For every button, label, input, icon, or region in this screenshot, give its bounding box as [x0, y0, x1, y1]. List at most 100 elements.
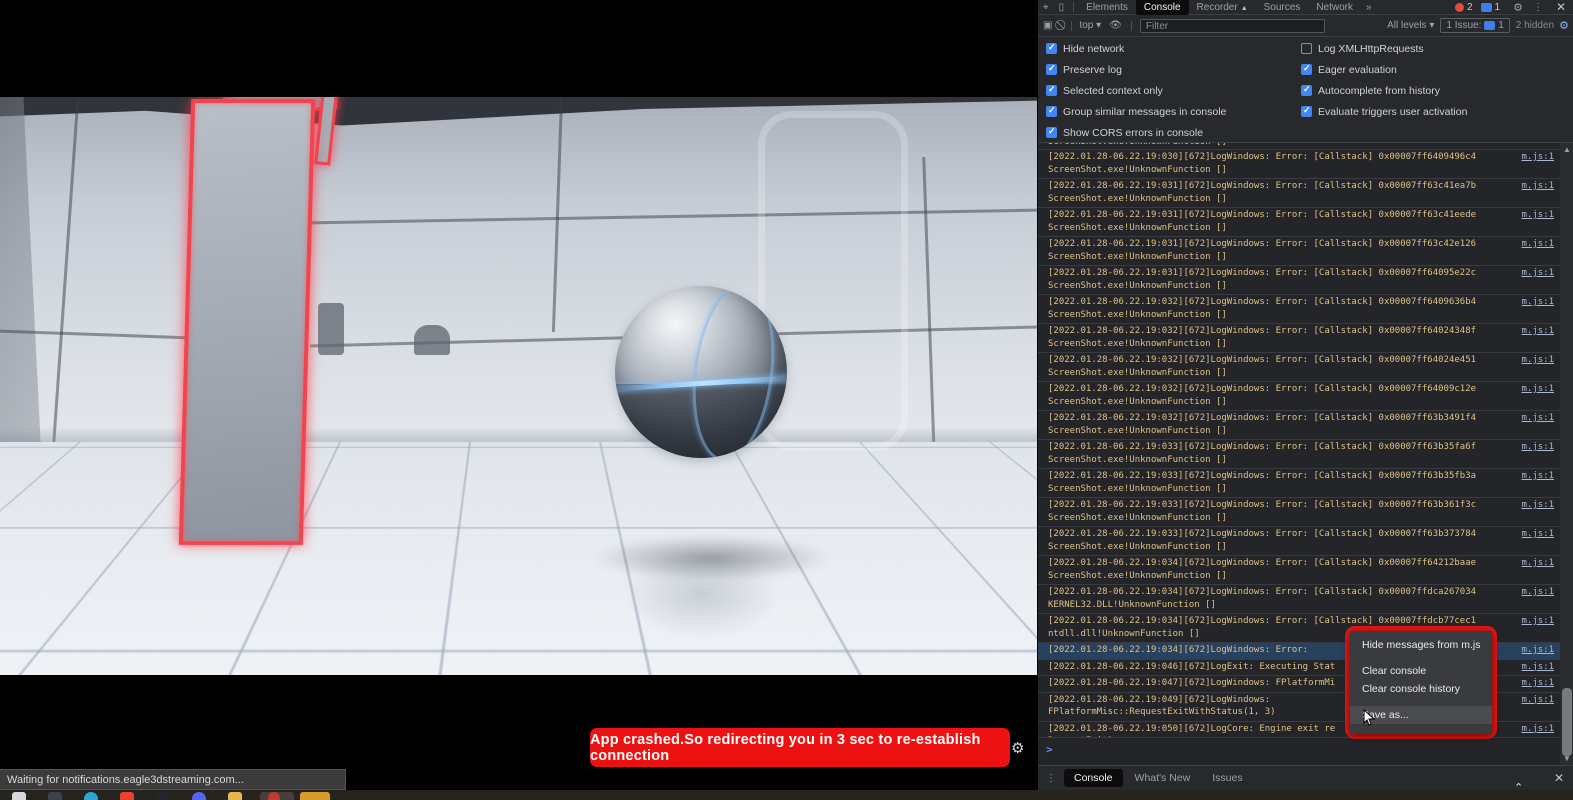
source-link[interactable]: m.js:1 — [1521, 528, 1554, 541]
menu-item-clear-console-history[interactable]: Clear console history — [1350, 680, 1492, 698]
checkbox-group-similar-messages-in-console[interactable]: Group similar messages in console — [1046, 101, 1301, 122]
taskbar-icon-active[interactable] — [300, 792, 330, 800]
menu-item-hide-messages-from-m-js[interactable]: Hide messages from m.js — [1350, 636, 1492, 654]
source-link[interactable]: m.js:1 — [1521, 383, 1554, 396]
eye-icon[interactable]: 👁 — [1109, 20, 1122, 31]
scrollbar-thumb[interactable] — [1562, 688, 1572, 756]
context-selector[interactable]: top ▾ — [1079, 20, 1101, 31]
tab-elements[interactable]: Elements — [1078, 0, 1136, 15]
scroll-down-arrow-icon[interactable]: ▼ — [1563, 754, 1571, 763]
console-message[interactable]: [2022.01.28-06.22.19:032][672]LogWindows… — [1038, 324, 1560, 353]
console-prompt-row[interactable]: > — [1038, 737, 1560, 765]
source-link[interactable]: m.js:1 — [1521, 499, 1554, 512]
source-link[interactable]: m.js:1 — [1521, 470, 1554, 483]
console-message[interactable]: [2022.01.28-06.22.19:032][672]LogWindows… — [1038, 382, 1560, 411]
source-link[interactable]: m.js:1 — [1521, 267, 1554, 280]
more-tabs-chevron-icon[interactable]: » — [1366, 2, 1372, 13]
console-message[interactable]: [2022.01.28-06.22.19:032][672]LogWindows… — [1038, 353, 1560, 382]
checkbox-autocomplete-from-history[interactable]: Autocomplete from history — [1301, 80, 1573, 101]
source-link[interactable]: m.js:1 — [1521, 238, 1554, 251]
unchecked-checkbox-icon[interactable] — [1301, 43, 1312, 54]
settings-gear-icon[interactable]: ⚙ — [1011, 739, 1024, 757]
3d-stream-scene[interactable] — [0, 97, 1037, 675]
source-link[interactable]: m.js:1 — [1521, 644, 1554, 657]
console-message[interactable]: [2022.01.28-06.22.19:030][672]LogWindows… — [1038, 150, 1560, 179]
tab-recorder[interactable]: Recorder▲ — [1189, 0, 1256, 15]
checkbox-preserve-log[interactable]: Preserve log — [1046, 59, 1301, 80]
windows-taskbar[interactable] — [0, 790, 1573, 800]
checkbox-selected-context-only[interactable]: Selected context only — [1046, 80, 1301, 101]
drawer-tab-issues[interactable]: Issues — [1202, 769, 1252, 787]
console-message[interactable]: [2022.01.28-06.22.19:031][672]LogWindows… — [1038, 237, 1560, 266]
console-scrollbar[interactable]: ▲ ▼ — [1560, 143, 1573, 765]
source-link[interactable]: m.js:1 — [1521, 209, 1554, 222]
inspect-element-icon[interactable]: ⌖ — [1043, 2, 1049, 13]
tab-console[interactable]: Console — [1136, 0, 1189, 15]
source-link[interactable]: m.js:1 — [1521, 151, 1554, 164]
source-link[interactable]: m.js:1 — [1521, 441, 1554, 454]
source-link[interactable]: m.js:1 — [1521, 723, 1554, 736]
tab-sources[interactable]: Sources — [1256, 0, 1309, 15]
console-message[interactable]: [2022.01.28-06.22.19:034][672]LogWindows… — [1038, 585, 1560, 614]
menu-item-clear-console[interactable]: Clear console — [1350, 662, 1492, 680]
console-message[interactable]: [2022.01.28-06.22.19:034][672]LogWindows… — [1038, 556, 1560, 585]
taskbar-icon[interactable] — [156, 792, 170, 800]
console-message[interactable]: [2022.01.28-06.22.19:033][672]LogWindows… — [1038, 440, 1560, 469]
checked-checkbox-icon[interactable] — [1046, 106, 1057, 117]
source-link[interactable]: m.js:1 — [1521, 296, 1554, 309]
taskbar-icon[interactable] — [48, 792, 62, 800]
issues-counter-button[interactable]: 1 Issue: 1 — [1440, 18, 1509, 33]
checked-checkbox-icon[interactable] — [1301, 106, 1312, 117]
checked-checkbox-icon[interactable] — [1046, 85, 1057, 96]
checkbox-evaluate-triggers-user-activation[interactable]: Evaluate triggers user activation — [1301, 101, 1573, 122]
taskbar-icon[interactable] — [192, 792, 206, 800]
log-levels-dropdown[interactable]: All levels ▾ — [1387, 20, 1434, 31]
device-toolbar-icon[interactable]: ▯ — [1059, 2, 1065, 13]
source-link[interactable]: m.js:1 — [1521, 677, 1554, 690]
console-message[interactable]: [2022.01.28-06.22.19:031][672]LogWindows… — [1038, 179, 1560, 208]
console-message[interactable]: [2022.01.28-06.22.19:032][672]LogWindows… — [1038, 411, 1560, 440]
filter-input[interactable]: Filter — [1140, 19, 1325, 33]
console-settings-gear-icon[interactable]: ⚙ — [1559, 19, 1569, 32]
source-link[interactable]: m.js:1 — [1521, 694, 1554, 707]
source-link[interactable]: m.js:1 — [1521, 354, 1554, 367]
drawer-tab-console[interactable]: Console — [1064, 769, 1123, 787]
tab-network[interactable]: Network — [1308, 0, 1361, 15]
console-sidebar-icon[interactable]: ▣ — [1043, 20, 1052, 31]
checked-checkbox-icon[interactable] — [1046, 64, 1057, 75]
source-link[interactable]: m.js:1 — [1521, 615, 1554, 628]
source-link[interactable]: m.js:1 — [1521, 180, 1554, 193]
taskbar-icon[interactable] — [120, 792, 134, 800]
checkbox-hide-network[interactable]: Hide network — [1046, 38, 1301, 59]
checked-checkbox-icon[interactable] — [1301, 85, 1312, 96]
taskbar-icon[interactable] — [268, 792, 280, 800]
checkbox-eager-evaluation[interactable]: Eager evaluation — [1301, 59, 1573, 80]
checked-checkbox-icon[interactable] — [1046, 127, 1057, 138]
devtools-menu-kebab-icon[interactable]: ⋮ — [1533, 2, 1543, 13]
source-link[interactable]: m.js:1 — [1521, 557, 1554, 570]
source-link[interactable]: m.js:1 — [1521, 586, 1554, 599]
start-button-icon[interactable] — [12, 792, 26, 800]
source-link[interactable]: m.js:1 — [1521, 412, 1554, 425]
tray-chevron-up-icon[interactable]: ⌃ — [1514, 781, 1523, 794]
source-link[interactable]: m.js:1 — [1521, 661, 1554, 674]
drawer-tab-what-s-new[interactable]: What's New — [1125, 769, 1201, 787]
console-message[interactable]: [2022.01.28-06.22.19:031][672]LogWindows… — [1038, 266, 1560, 295]
console-message[interactable]: [2022.01.28-06.22.19:032][672]LogWindows… — [1038, 295, 1560, 324]
console-message[interactable]: [2022.01.28-06.22.19:033][672]LogWindows… — [1038, 469, 1560, 498]
console-message[interactable]: [2022.01.28-06.22.19:033][672]LogWindows… — [1038, 527, 1560, 556]
devtools-close-icon[interactable]: ✕ — [1556, 0, 1566, 14]
checkbox-show-cors-errors-in-console[interactable]: Show CORS errors in console — [1046, 122, 1301, 143]
checked-checkbox-icon[interactable] — [1046, 43, 1057, 54]
checked-checkbox-icon[interactable] — [1301, 64, 1312, 75]
taskbar-icon[interactable] — [228, 792, 242, 800]
checkbox-log-xmlhttprequests[interactable]: Log XMLHttpRequests — [1301, 38, 1573, 59]
console-message[interactable]: [2022.01.28-06.22.19:031][672]LogWindows… — [1038, 208, 1560, 237]
error-count-badge[interactable]: 2 — [1455, 2, 1473, 13]
scroll-up-arrow-icon[interactable]: ▲ — [1563, 145, 1571, 154]
console-message[interactable]: [2022.01.28-06.22.19:033][672]LogWindows… — [1038, 498, 1560, 527]
taskbar-icon[interactable] — [84, 792, 98, 800]
devtools-settings-gear-icon[interactable]: ⚙ — [1513, 1, 1523, 14]
source-link[interactable]: m.js:1 — [1521, 325, 1554, 338]
issues-count-badge[interactable]: 1 — [1481, 2, 1501, 13]
